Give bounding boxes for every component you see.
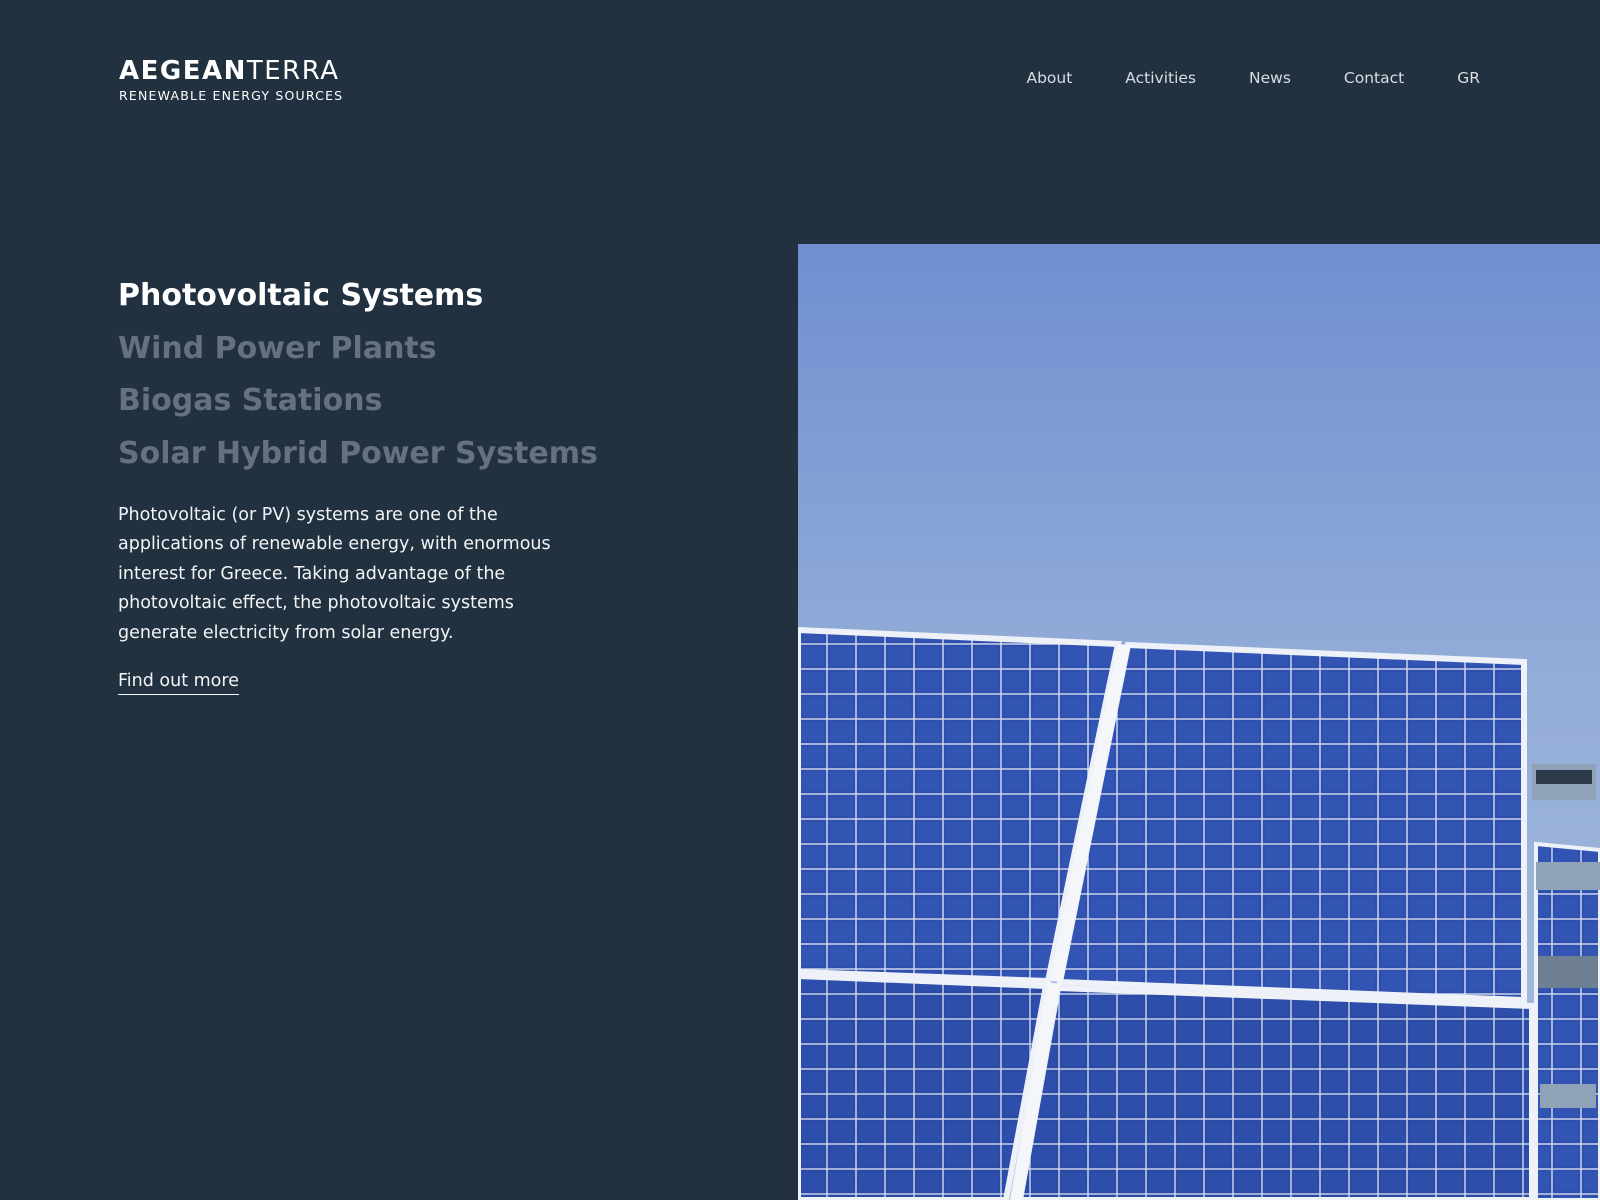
brand-name: AEGEANTERRA: [119, 56, 343, 86]
activity-item-photovoltaic[interactable]: Photovoltaic Systems: [118, 270, 598, 323]
activity-item-biogas[interactable]: Biogas Stations: [118, 375, 598, 428]
brand-name-light: TERRA: [246, 56, 340, 86]
nav-item-about[interactable]: About: [1026, 68, 1072, 88]
brand-name-bold: AEGEAN: [119, 56, 247, 86]
language-switch[interactable]: GR: [1457, 68, 1480, 88]
activity-item-solar-hybrid[interactable]: Solar Hybrid Power Systems: [118, 428, 598, 481]
activity-description: Photovoltaic (or PV) systems are one of …: [118, 505, 551, 643]
brand-tagline: RENEWABLE ENERGY SOURCES: [119, 88, 344, 103]
nav-item-news[interactable]: News: [1249, 68, 1291, 88]
activity-item-wind[interactable]: Wind Power Plants: [118, 323, 598, 376]
nav-item-contact[interactable]: Contact: [1344, 68, 1404, 88]
solar-panels-image: [798, 244, 1600, 1200]
brand-logo[interactable]: AEGEANTERRA RENEWABLE ENERGY SOURCES: [119, 56, 343, 103]
nav-item-activities[interactable]: Activities: [1125, 68, 1196, 88]
activity-photo: [798, 244, 1600, 1200]
activity-list: Photovoltaic Systems Wind Power Plants B…: [118, 270, 598, 480]
find-out-more-link[interactable]: Find out more: [118, 669, 239, 695]
main-nav: About Activities News Contact GR: [973, 68, 1480, 88]
